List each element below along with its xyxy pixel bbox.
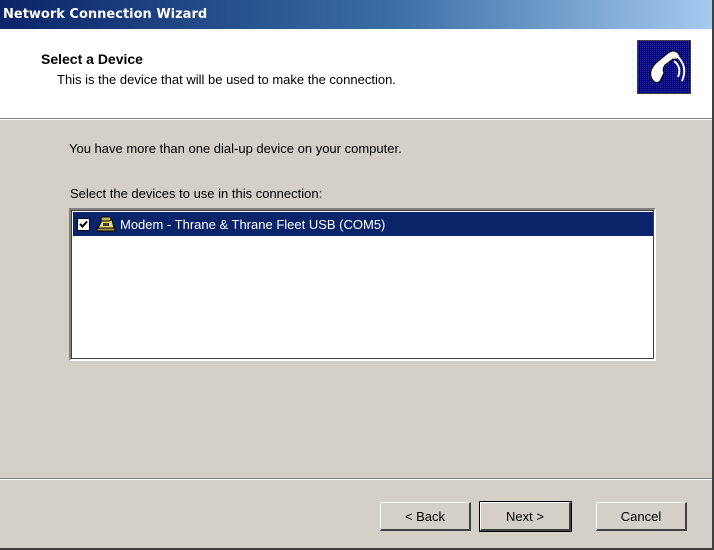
- device-listbox[interactable]: Modem - Thrane & Thrane Fleet USB (COM5): [69, 208, 656, 361]
- wizard-window: Network Connection Wizard Select a Devic…: [0, 0, 714, 550]
- list-item-modem[interactable]: Modem - Thrane & Thrane Fleet USB (COM5): [73, 212, 653, 236]
- checkmark-icon: [79, 220, 88, 228]
- title-bar: Network Connection Wizard: [0, 0, 712, 29]
- device-checkbox[interactable]: [77, 217, 90, 231]
- button-separator: [0, 478, 712, 480]
- phone-handset-icon: [637, 40, 691, 94]
- header-subtitle: This is the device that will be used to …: [57, 72, 396, 87]
- cancel-button[interactable]: Cancel: [596, 502, 687, 531]
- back-button[interactable]: < Back: [380, 502, 471, 531]
- intro-text: You have more than one dial-up device on…: [69, 141, 402, 156]
- device-list-label: Select the devices to use in this connec…: [70, 186, 323, 201]
- wizard-header: Select a Device This is the device that …: [0, 29, 712, 119]
- header-title: Select a Device: [41, 51, 143, 67]
- device-label: Modem - Thrane & Thrane Fleet USB (COM5): [120, 216, 386, 232]
- modem-icon: [96, 216, 116, 232]
- next-button[interactable]: Next >: [479, 501, 572, 532]
